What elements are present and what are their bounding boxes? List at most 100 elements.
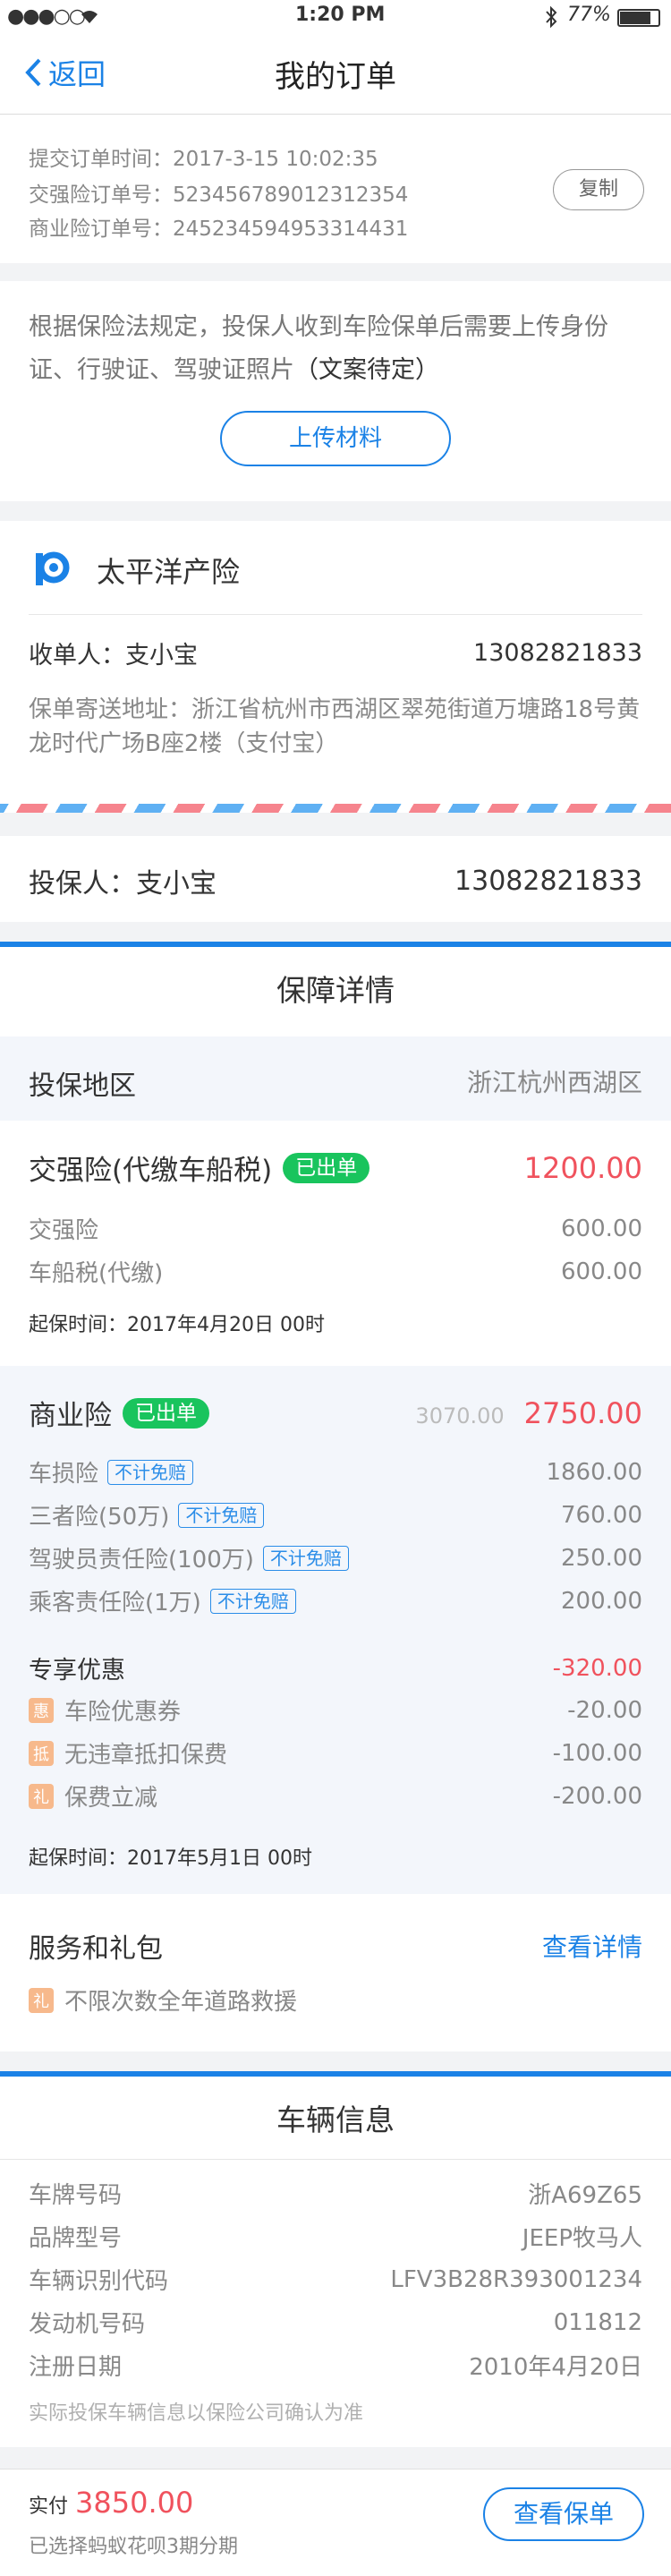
sy-item-value: 760.00 <box>561 1501 642 1529</box>
notice-card: 根据保险法规定，投保人收到车险保单后需要上传身份证、行驶证、驾驶证照片（文案待定… <box>0 281 671 501</box>
vehicle-card: 车辆信息 车牌号码 浙A69Z65 品牌型号 JEEP牧马人 车辆识别代码 LF… <box>0 2071 671 2447</box>
vehicle-label: 注册日期 <box>29 2354 123 2381</box>
vehicle-value: 011812 <box>553 2308 642 2336</box>
insurer-card: 太平洋产险 收单人：支小宝 13082821833 保单寄送地址：浙江省杭州市西… <box>0 521 671 806</box>
deductible-tag: 不计免赔 <box>107 1459 194 1485</box>
service-details-link[interactable]: 查看详情 <box>542 1928 642 1964</box>
coverage-title: 保障详情 <box>276 973 395 1008</box>
list-item: 车船税(代缴) 600.00 <box>29 1255 642 1288</box>
discount-item-group: 惠 车险优惠券 <box>29 1693 181 1727</box>
jq-order-number: 交强险订单号：523456789012312354 <box>29 183 409 207</box>
sy-item-name: 乘客责任险(1万) <box>29 1590 201 1616</box>
sy-amount-group: 3070.00 2750.00 <box>415 1396 642 1430</box>
sy-item-group: 车损险 不计免赔 <box>29 1455 194 1488</box>
insurer-divider <box>29 614 642 615</box>
notice-text: 根据保险法规定，投保人收到车险保单后需要上传身份证、行驶证、驾驶证照片（文案待定… <box>29 306 646 392</box>
paid-amount: 3850.00 <box>75 2486 194 2520</box>
submit-time: 提交订单时间：2017-3-15 10:02:35 <box>29 148 378 171</box>
nav-bar: 返回 我的订单 <box>0 36 671 115</box>
sy-item-group: 驾驶员责任险(100万) 不计免赔 <box>29 1541 349 1574</box>
discount-value: -100.00 <box>552 1739 642 1767</box>
gift-icon: 礼 <box>29 1987 54 2013</box>
recipient-label: 收单人：支小宝 <box>29 642 198 670</box>
recipient-row: 收单人：支小宝 13082821833 <box>29 635 642 670</box>
sy-original-amount: 3070.00 <box>415 1403 505 1429</box>
insurer-name: 太平洋产险 <box>97 555 241 589</box>
jq-status-badge: 已出单 <box>283 1152 370 1183</box>
discount-title: 专享优惠 <box>29 1657 125 1685</box>
discount-header: 专享优惠 -320.00 <box>29 1651 642 1685</box>
deductible-tag: 不计免赔 <box>262 1545 349 1571</box>
sy-item-value: 1860.00 <box>546 1458 642 1486</box>
vehicle-row: 注册日期 2010年4月20日 <box>29 2349 642 2382</box>
sy-header: 商业险 已出单 3070.00 2750.00 <box>29 1393 642 1433</box>
upload-materials-button[interactable]: 上传材料 <box>220 411 451 466</box>
discount-name: 车险优惠券 <box>64 1699 182 1726</box>
list-item: 礼 保费立减 -200.00 <box>29 1779 642 1813</box>
delivery-address: 保单寄送地址：浙江省杭州市西湖区翠苑街道万塘路18号黄龙时代广场B座2楼（支付宝… <box>29 696 641 757</box>
sy-order-number: 商业险订单号：245234594953314431 <box>29 218 409 241</box>
sy-item-name: 三者险(50万) <box>29 1504 170 1531</box>
discount-name: 保费立减 <box>64 1785 158 1812</box>
signal-indicator: ●●●○○ <box>7 5 86 28</box>
installment-text: 已选择蚂蚁花呗3期分期 <box>29 2536 238 2558</box>
policyholder-card: 投保人：支小宝 13082821833 <box>0 836 671 922</box>
discount-item-group: 礼 保费立减 <box>29 1779 157 1813</box>
jq-amount: 1200.00 <box>523 1150 642 1185</box>
sy-item-value: 250.00 <box>561 1544 642 1572</box>
discount-item-group: 抵 无违章抵扣保费 <box>29 1736 227 1770</box>
list-item: 乘客责任险(1万) 不计免赔 200.00 <box>29 1584 642 1617</box>
vehicle-row: 发动机号码 011812 <box>29 2306 642 2339</box>
coupon-icon: 惠 <box>29 1697 54 1723</box>
recipient-phone: 13082821833 <box>473 639 642 667</box>
vehicle-value: JEEP牧马人 <box>522 2225 642 2252</box>
jq-header: 交强险(代缴车船税) 已出单 1200.00 <box>29 1147 642 1188</box>
region-value: 浙江杭州西湖区 <box>466 1068 642 1097</box>
list-item: 三者险(50万) 不计免赔 760.00 <box>29 1498 642 1531</box>
jq-title-group: 交强险(代缴车船税) 已出单 <box>29 1147 370 1188</box>
sy-item-name: 车损险 <box>29 1461 99 1488</box>
vehicle-value: 2010年4月20日 <box>469 2354 642 2381</box>
jq-item-value: 600.00 <box>561 1258 642 1285</box>
policyholder-row: 投保人：支小宝 13082821833 <box>29 861 642 900</box>
footer-bar: 实付 3850.00 已选择蚂蚁花呗3期分期 查看保单 <box>0 2469 671 2576</box>
view-policy-button[interactable]: 查看保单 <box>483 2487 644 2541</box>
deductible-tag: 不计免赔 <box>178 1502 265 1528</box>
paid-label: 实付 <box>29 2495 69 2518</box>
sy-section: 商业险 已出单 3070.00 2750.00 车损险 不计免赔 1860.00… <box>0 1366 671 1894</box>
notice-emphasis: （文案待定） <box>294 356 439 384</box>
envelope-stripe <box>0 804 671 813</box>
list-item: 车损险 不计免赔 1860.00 <box>29 1455 642 1488</box>
service-title: 服务和礼包 <box>29 1933 163 1965</box>
list-item: 驾驶员责任险(100万) 不计免赔 250.00 <box>29 1541 642 1574</box>
copy-button[interactable]: 复制 <box>553 169 644 210</box>
vehicle-label: 车辆识别代码 <box>29 2268 169 2295</box>
paid-row: 实付 3850.00 <box>29 2486 193 2520</box>
policyholder-phone: 13082821833 <box>454 865 642 897</box>
insurer-logo <box>29 546 73 591</box>
discount-total: -320.00 <box>552 1654 642 1682</box>
sy-start-time: 起保时间：2017年5月1日 00时 <box>29 1847 312 1870</box>
region-label: 投保地区 <box>29 1070 136 1102</box>
discount-value: -20.00 <box>567 1696 642 1724</box>
jq-start-time: 起保时间：2017年4月20日 00时 <box>29 1314 325 1336</box>
battery-icon <box>617 9 660 27</box>
list-item: 交强险 600.00 <box>29 1212 642 1245</box>
sy-title: 商业险 <box>29 1400 112 1432</box>
vehicle-label: 车牌号码 <box>29 2182 123 2209</box>
wifi-icon <box>81 11 98 23</box>
jq-title: 交强险(代缴车船税) <box>29 1155 273 1187</box>
order-info-card: 提交订单时间：2017-3-15 10:02:35 交强险订单号：5234567… <box>0 115 671 263</box>
sy-item-group: 乘客责任险(1万) 不计免赔 <box>29 1584 296 1617</box>
region-row: 投保地区 浙江杭州西湖区 <box>0 1036 671 1121</box>
sy-item-value: 200.00 <box>561 1587 642 1615</box>
service-header: 服务和礼包 查看详情 <box>29 1926 642 1966</box>
list-item: 抵 无违章抵扣保费 -100.00 <box>29 1736 642 1770</box>
battery-percent: 77% <box>567 4 611 26</box>
jq-item-value: 600.00 <box>561 1215 642 1242</box>
policyholder-label: 投保人：支小宝 <box>29 868 217 900</box>
vehicle-value: LFV3B28R393001234 <box>390 2265 642 2293</box>
deductible-tag: 不计免赔 <box>209 1588 296 1614</box>
vehicle-label: 发动机号码 <box>29 2311 146 2338</box>
vehicle-row: 车牌号码 浙A69Z65 <box>29 2177 642 2210</box>
